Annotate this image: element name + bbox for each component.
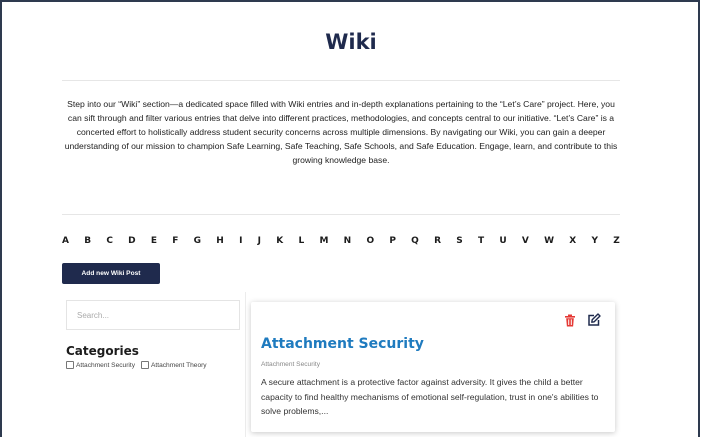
entry-title[interactable]: Attachment Security	[261, 336, 424, 352]
alphabet-letter-j[interactable]: J	[258, 236, 261, 246]
intro-text: Step into our “Wiki” section—a dedicated…	[64, 99, 618, 165]
category-label: Attachment Security	[76, 361, 136, 369]
search-input[interactable]	[66, 300, 240, 330]
entry-excerpt: A secure attachment is a protective fact…	[261, 377, 599, 416]
categories-heading: Categories	[66, 344, 139, 358]
alphabet-letter-w[interactable]: W	[544, 236, 554, 246]
alphabet-letter-k[interactable]: K	[276, 236, 283, 246]
trash-icon[interactable]	[563, 313, 577, 327]
checkbox[interactable]	[66, 361, 74, 369]
alphabet-letter-c[interactable]: C	[106, 236, 113, 246]
entry-category: Attachment Security	[261, 361, 321, 368]
alphabet-letter-u[interactable]: U	[499, 236, 506, 246]
divider	[62, 214, 620, 215]
category-filter-list: Attachment Security Attachment Theory	[66, 361, 207, 369]
card-actions	[563, 313, 601, 327]
alphabet-letter-h[interactable]: H	[216, 236, 224, 246]
alphabet-letter-v[interactable]: V	[522, 236, 529, 246]
alphabet-letter-o[interactable]: O	[366, 236, 374, 246]
category-label: Attachment Theory	[151, 361, 207, 369]
alphabet-letter-d[interactable]: D	[128, 236, 135, 246]
edit-icon[interactable]	[587, 313, 601, 327]
alphabet-letter-f[interactable]: F	[172, 236, 178, 246]
alphabet-filter: A B C D E F G H I J K L M N O P Q R S T U V W X Y Z	[62, 236, 620, 246]
alphabet-letter-z[interactable]: Z	[613, 236, 620, 246]
alphabet-letter-n[interactable]: N	[344, 236, 352, 246]
add-wiki-post-button[interactable]: Add new Wiki Post	[62, 263, 160, 284]
divider	[62, 80, 620, 81]
alphabet-letter-y[interactable]: Y	[591, 236, 598, 246]
alphabet-letter-b[interactable]: B	[84, 236, 91, 246]
alphabet-letter-p[interactable]: P	[389, 236, 396, 246]
alphabet-letter-t[interactable]: T	[478, 236, 484, 246]
alphabet-letter-x[interactable]: X	[569, 236, 576, 246]
category-checkbox-attachment-security[interactable]: Attachment Security	[66, 361, 135, 369]
alphabet-letter-i[interactable]: I	[239, 236, 242, 246]
wiki-entry-card: Attachment Security Attachment Security …	[251, 302, 615, 432]
checkbox[interactable]	[141, 361, 150, 369]
alphabet-letter-a[interactable]: A	[62, 236, 69, 246]
category-checkbox-attachment-theory[interactable]: Attachment Theory	[141, 361, 207, 369]
alphabet-letter-g[interactable]: G	[194, 236, 201, 246]
alphabet-letter-e[interactable]: E	[151, 236, 157, 246]
alphabet-letter-q[interactable]: Q	[411, 236, 419, 246]
sidebar-divider	[245, 292, 246, 437]
alphabet-letter-r[interactable]: R	[434, 236, 441, 246]
alphabet-letter-s[interactable]: S	[456, 236, 462, 246]
page-title: Wiki	[325, 30, 377, 54]
alphabet-letter-m[interactable]: M	[319, 236, 328, 246]
alphabet-letter-l[interactable]: L	[298, 236, 304, 246]
